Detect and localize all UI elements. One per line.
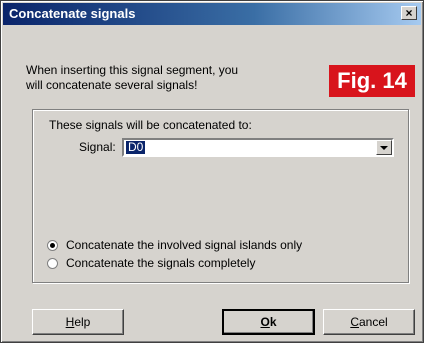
cancel-label: ancel	[358, 315, 388, 329]
concatenate-signals-dialog: Concatenate signals × When inserting thi…	[0, 0, 424, 343]
radio-unchecked-icon[interactable]	[47, 257, 58, 269]
option-signals-completely[interactable]: Concatenate the signals completely	[47, 256, 255, 270]
help-label: elp	[74, 315, 91, 329]
option-label: Concatenate the involved signal islands …	[66, 238, 303, 252]
option-signal-islands-only[interactable]: Concatenate the involved signal islands …	[47, 238, 302, 252]
option-label: Concatenate the signals completely	[66, 256, 256, 270]
ok-mnemonic: O	[260, 315, 270, 329]
signal-selected-value: D0	[126, 140, 146, 154]
dialog-title: Concatenate signals	[9, 6, 136, 21]
intro-message: When inserting this signal segment, you …	[26, 63, 286, 93]
radio-checked-icon[interactable]	[47, 239, 58, 251]
ok-button[interactable]: Ok	[222, 309, 315, 335]
cancel-mnemonic: C	[350, 315, 359, 329]
signal-dropdown[interactable]: D0	[122, 138, 394, 157]
title-bar[interactable]: Concatenate signals ×	[3, 3, 421, 25]
intro-line-2: will concatenate several signals!	[26, 78, 198, 92]
cancel-button[interactable]: Cancel	[323, 309, 415, 335]
chevron-down-icon[interactable]	[376, 140, 392, 155]
signal-label: Signal:	[79, 140, 116, 154]
ok-label: k	[269, 315, 277, 329]
close-button[interactable]: ×	[401, 6, 417, 20]
help-button[interactable]: Help	[32, 309, 124, 335]
group-label: These signals will be concatenated to:	[49, 118, 252, 132]
signal-group-box: These signals will be concatenated to: S…	[32, 109, 409, 283]
close-icon: ×	[405, 6, 413, 20]
intro-line-1: When inserting this signal segment, you	[26, 63, 239, 77]
figure-badge: Fig. 14	[329, 65, 415, 97]
